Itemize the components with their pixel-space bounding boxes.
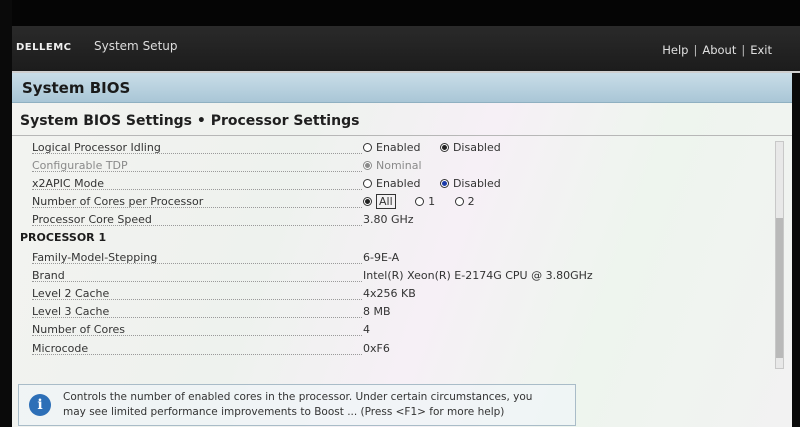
radio-enabled[interactable]: Enabled [363,177,420,190]
info-row-level2-cache: Level 2 Cache 4x256 KB [12,287,772,305]
setting-label: Logical Processor Idling [32,141,161,154]
setting-row-configurable-tdp: Configurable TDP Nominal [12,159,772,177]
radio-enabled[interactable]: Enabled [363,141,420,154]
help-line-2: may see limited performance improvements… [63,406,505,418]
setting-row-cores-per-processor: Number of Cores per Processor All 1 2 [12,194,772,213]
info-label: Level 3 Cache [32,305,110,318]
setting-row-x2apic-mode: x2APIC Mode Enabled Disabled [12,177,772,195]
dell-emc-logo: DELLEMC [16,42,72,53]
radio-nominal: Nominal [363,159,422,172]
radio-circle-icon [363,178,372,188]
info-value: 4 [363,323,370,336]
top-header: DELLEMC System Setup Help | About | Exit [0,26,800,73]
info-value: 0xF6 [363,342,390,355]
info-value: 8 MB [363,305,391,318]
radio-selected-icon [363,196,372,206]
header-links: Help | About | Exit [662,43,772,57]
info-value: 6-9E-A [363,251,400,264]
link-separator: | [693,43,698,57]
info-value: Intel(R) Xeon(R) E-2174G CPU @ 3.80GHz [363,269,593,282]
monitor-bezel [0,0,800,26]
info-row-family-model-stepping: Family-Model-Stepping 6-9E-A [12,251,772,269]
setting-value: 3.80 GHz [363,213,414,226]
radio-circle-icon [363,142,372,152]
radio-all[interactable]: All [363,194,396,209]
info-label: Family-Model-Stepping [32,251,158,264]
help-panel: i Controls the number of enabled cores i… [18,384,576,426]
info-value: 4x256 KB [363,287,416,300]
radio-2[interactable]: 2 [454,195,475,208]
help-text: Controls the number of enabled cores in … [63,390,568,420]
radio-selected-icon [363,160,372,170]
radio-selected-icon [439,178,449,188]
scrollbar-thumb[interactable] [776,218,783,358]
info-label: Microcode [32,342,89,355]
divider [12,135,792,136]
radio-1[interactable]: 1 [415,195,435,208]
section-title: System BIOS [22,79,131,97]
setting-label: Processor Core Speed [32,213,152,226]
info-label: Number of Cores [32,323,125,336]
section-bar: System BIOS [12,73,792,103]
setting-label: x2APIC Mode [32,177,105,190]
exit-link[interactable]: Exit [750,43,772,57]
info-row-brand: Brand Intel(R) Xeon(R) E-2174G CPU @ 3.8… [12,269,772,287]
radio-circle-icon [415,196,425,206]
scrollbar[interactable] [775,141,784,369]
left-bezel [0,0,12,427]
setting-label: Configurable TDP [32,159,128,172]
link-separator: | [741,43,746,57]
setting-label: Number of Cores per Processor [32,195,204,208]
info-label: Brand [32,269,65,282]
info-row-microcode: Microcode 0xF6 [12,342,772,360]
page-breadcrumb: System BIOS Settings • Processor Setting… [20,113,360,129]
info-row-level3-cache: Level 3 Cache 8 MB [12,305,772,323]
bios-screen: DELLEMC System Setup Help | About | Exit Sys… [0,0,800,427]
info-label: Level 2 Cache [32,287,110,300]
app-title: System Setup [94,39,178,53]
info-icon: i [29,394,51,416]
setting-row-core-speed: Processor Core Speed 3.80 GHz [12,213,772,231]
processor-heading: PROCESSOR 1 [20,231,107,244]
about-link[interactable]: About [702,43,736,57]
radio-selected-icon [439,142,449,152]
help-link[interactable]: Help [662,43,688,57]
main-content: System BIOS System BIOS Settings • Proce… [12,73,792,427]
info-row-number-of-cores: Number of Cores 4 [12,323,772,341]
radio-disabled[interactable]: Disabled [439,141,501,154]
help-line-1: Controls the number of enabled cores in … [63,391,533,403]
setting-row-logical-processor-idling: Logical Processor Idling Enabled Disable… [12,141,772,159]
radio-disabled[interactable]: Disabled [439,177,501,190]
radio-circle-icon [454,196,464,206]
